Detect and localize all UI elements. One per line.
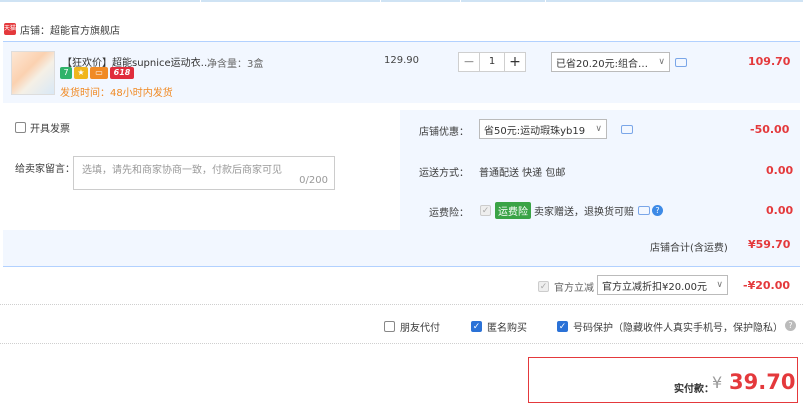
shop-total-label: 店铺合计(含运费) [650,243,728,254]
anonymous-option[interactable]: ✓ 匿名购买 [471,319,527,334]
chevron-down-icon: ∨ [595,124,602,134]
item-discount-value: 已省20.20元:组合… [556,58,648,70]
insurance-row: ✓ 运费险 卖家赠送，退换货可赔 ? [480,202,663,219]
insurance-amount: 0.00 [766,204,794,217]
official-checkbox: ✓ [538,281,549,292]
shop-name[interactable]: 店铺：超能官方旗舰店 [20,22,120,37]
payment-box: 实付款： ¥ 39.70 [528,357,798,403]
friend-pay-option[interactable]: 朋友代付 [384,319,440,334]
shipping-label: 运送方式： [419,168,469,179]
options-divider [0,304,803,305]
payment-currency: ¥ [712,373,723,392]
top-divider [0,0,803,2]
invoice-row: 开具发票 [15,120,70,135]
official-select[interactable]: 官方立减折扣¥20.00元 ∨ [597,275,728,295]
payment-label: 实付款： [674,384,714,395]
payment-divider [0,343,803,344]
item-discount-select[interactable]: 已省20.20元:组合… ∨ [551,52,670,72]
shipping-amount: 0.00 [766,164,794,177]
invoice-label: 开具发票 [30,124,70,135]
coupon-icon: ▭ [90,67,108,79]
shop-header: 天猫 店铺：超能官方旗舰店 [4,20,120,38]
chevron-down-icon: ∨ [658,57,665,67]
badge-7-icon: 7 [60,67,72,79]
payment-amount: 39.70 [729,370,796,394]
number-protect-checkbox[interactable]: ✓ [557,321,568,332]
insurance-text: 卖家赠送，退换货可赔 [534,207,634,218]
anonymous-checkbox[interactable]: ✓ [471,321,482,332]
help-icon[interactable]: ? [652,205,663,216]
shop-total-amount: ¥59.70 [748,238,791,251]
tmall-icon: 天猫 [4,23,16,35]
chat-icon[interactable] [675,58,687,67]
shop-discount-label: 店铺优惠： [419,127,469,138]
anonymous-label: 匿名购买 [487,323,527,334]
ship-time: 发货时间：48小时内发货 [60,88,173,99]
official-label: 官方立减 [554,283,594,294]
shop-discount-amount: -50.00 [750,123,790,136]
item-subtotal: 109.70 [748,55,791,68]
insurance-tag: 运费险 [495,202,531,219]
message-count: 0/200 [299,175,328,186]
item-top-divider [3,41,800,42]
official-value: 官方立减折扣¥20.00元 [602,281,707,293]
message-label: 给卖家留言： [15,164,75,175]
item-spec: 净含量：3盒 [207,59,264,70]
number-protect-option[interactable]: ✓ 号码保护（隐藏收件人真实手机号，保护隐私） [557,319,783,334]
shop-discount-select[interactable]: 省50元:运动瑕珠yb19 ∨ [479,119,607,139]
badge-618-icon: 618 [110,67,134,79]
unit-price: 129.90 [384,55,419,66]
plus-button[interactable]: + [505,53,525,71]
shipping-value: 普通配送 快递 包邮 [479,168,566,179]
help-icon[interactable]: ? [785,320,796,331]
product-thumbnail[interactable] [11,51,55,95]
invoice-checkbox[interactable] [15,122,26,133]
official-row: ✓ 官方立减 [538,279,594,294]
chevron-down-icon: ∨ [716,280,723,290]
insurance-label: 运费险： [429,208,469,219]
quantity-stepper: − 1 + [458,52,526,72]
minus-button[interactable]: − [459,53,479,71]
chat-icon[interactable] [638,206,650,215]
chat-icon[interactable] [621,125,633,134]
item-badges: 7 ★ ▭ 618 [60,67,136,79]
shop-total-divider [3,266,800,267]
friend-pay-checkbox[interactable] [384,321,395,332]
insurance-checkbox: ✓ [480,205,491,216]
friend-pay-label: 朋友代付 [400,323,440,334]
number-protect-label: 号码保护（隐藏收件人真实手机号，保护隐私） [573,323,783,334]
message-placeholder: 选填，请先和商家协商一致，付款后商家可见 [82,165,282,176]
quantity-input[interactable]: 1 [479,53,505,71]
official-amount: -¥20.00 [743,279,791,292]
gift-icon: ★ [74,67,88,79]
shop-discount-value: 省50元:运动瑕珠yb19 [484,125,586,137]
message-input[interactable]: 选填，请先和商家协商一致，付款后商家可见 0/200 [73,156,335,190]
